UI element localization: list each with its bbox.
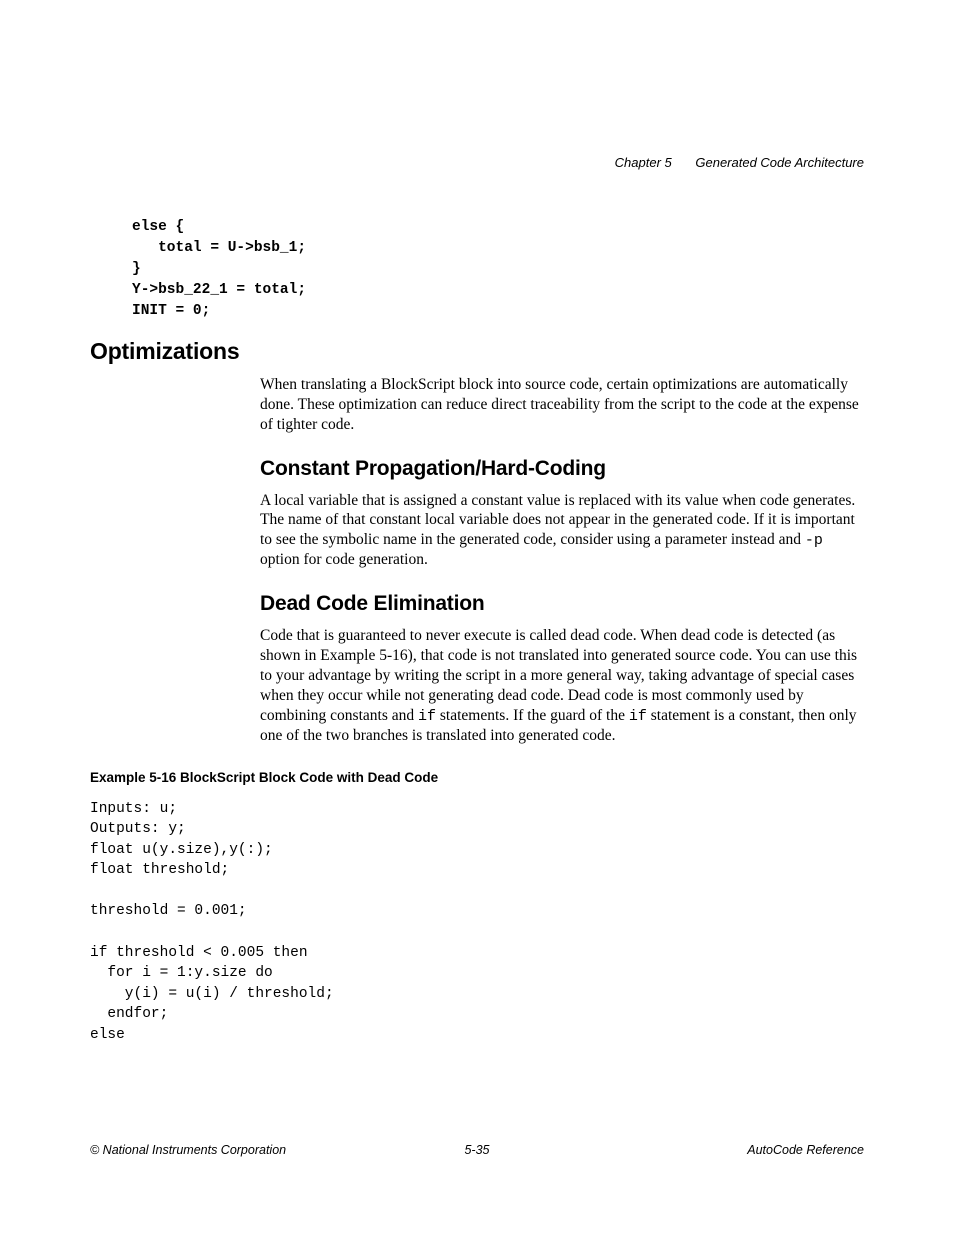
code-block-bottom: Inputs: u; Outputs: y; float u(y.size),y… [90, 799, 864, 1046]
text-segment: option for code generation. [260, 551, 428, 568]
header-title: Generated Code Architecture [695, 155, 864, 170]
heading-optimizations: Optimizations [90, 338, 864, 365]
paragraph-constant-propagation: A local variable that is assigned a cons… [260, 491, 864, 571]
page-footer: © National Instruments Corporation 5-35 … [90, 1143, 864, 1157]
heading-constant-propagation: Constant Propagation/Hard-Coding [260, 457, 864, 481]
text-segment: statements. If the guard of the [436, 707, 629, 724]
code-block-top: else { total = U->bsb_1; } Y->bsb_22_1 =… [132, 217, 864, 322]
paragraph-optimizations: When translating a BlockScript block int… [260, 375, 864, 434]
footer-page-number: 5-35 [464, 1143, 489, 1157]
example-caption: Example 5-16 BlockScript Block Code with… [90, 770, 864, 785]
paragraph-dead-code-elimination: Code that is guaranteed to never execute… [260, 626, 864, 745]
page-header: Chapter 5 Generated Code Architecture [615, 155, 864, 170]
inline-code-if-1: if [418, 708, 436, 725]
inline-code-p-option: -p [805, 532, 823, 549]
header-chapter: Chapter 5 [615, 155, 672, 170]
heading-dead-code-elimination: Dead Code Elimination [260, 592, 864, 616]
footer-copyright: © National Instruments Corporation [90, 1143, 286, 1157]
footer-doc-title: AutoCode Reference [747, 1143, 864, 1157]
text-segment: A local variable that is assigned a cons… [260, 492, 855, 549]
inline-code-if-2: if [629, 708, 647, 725]
